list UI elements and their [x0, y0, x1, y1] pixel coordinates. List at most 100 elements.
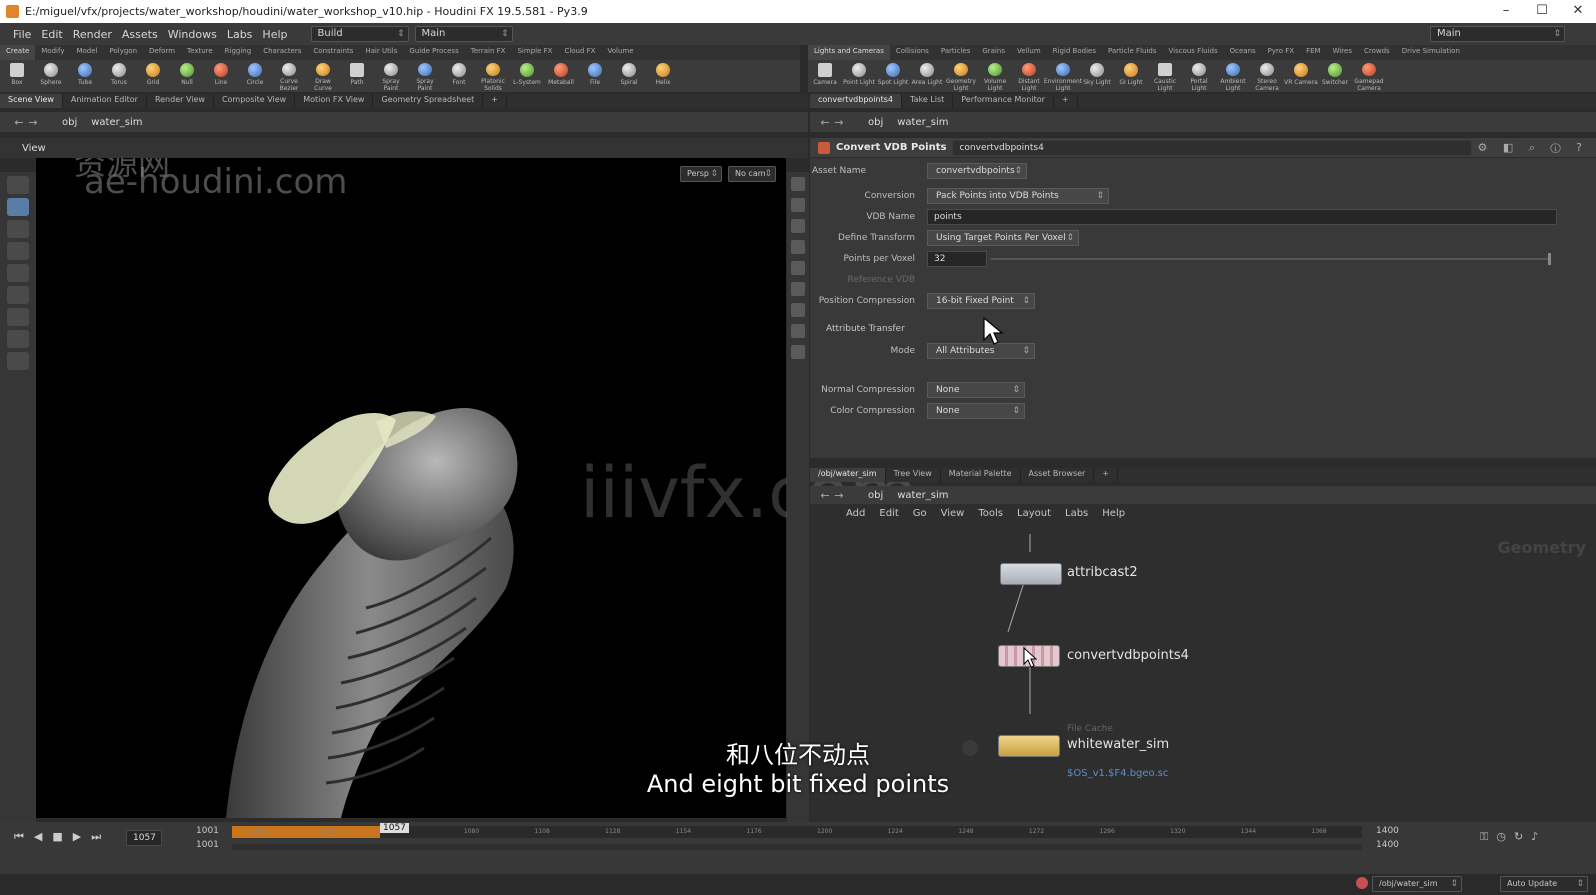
- key-icon[interactable]: ⚿: [1480, 830, 1488, 844]
- tab-scene-view[interactable]: Scene View: [0, 94, 63, 108]
- update-mode-menu[interactable]: Auto Update: [1500, 876, 1588, 892]
- left-shelf-tool-3[interactable]: Torus: [102, 60, 136, 92]
- left-tab-4[interactable]: Deform: [143, 45, 181, 60]
- menu-windows[interactable]: Windows: [163, 28, 222, 41]
- path-water-sim[interactable]: water_sim: [87, 117, 152, 128]
- shading-icon[interactable]: [791, 261, 805, 275]
- normal-display-icon[interactable]: [791, 324, 805, 338]
- node-whitewater-path[interactable]: $OS_v1.$F4.bgeo.sc: [1067, 768, 1168, 779]
- magnet-tool-icon[interactable]: [7, 308, 29, 326]
- path-obj[interactable]: obj: [58, 117, 87, 128]
- right-tab-11[interactable]: Wires: [1327, 45, 1358, 60]
- left-tab-11[interactable]: Terrain FX: [465, 45, 512, 60]
- current-frame-field[interactable]: 1057: [126, 830, 162, 846]
- right-shelf-tool-5[interactable]: Volume Light: [978, 60, 1012, 92]
- right-shelf-tool-6[interactable]: Distant Light: [1012, 60, 1046, 92]
- camera-tool-icon[interactable]: [7, 352, 29, 370]
- vdb-name-field[interactable]: points: [927, 209, 1557, 225]
- paint-tool-icon[interactable]: [7, 242, 29, 260]
- right-tab-9[interactable]: Pyro FX: [1262, 45, 1300, 60]
- right-shelf-tool-8[interactable]: Sky Light: [1080, 60, 1114, 92]
- back-arrow-icon[interactable]: ←: [12, 116, 26, 129]
- loop-icon[interactable]: ↻: [1514, 830, 1523, 844]
- attribute-transfer-heading[interactable]: Attribute Transfer: [826, 324, 905, 334]
- left-shelf-tool-18[interactable]: Spiral: [612, 60, 646, 92]
- left-tab-6[interactable]: Rigging: [219, 45, 258, 60]
- handle-tool-icon[interactable]: [7, 198, 29, 216]
- mode-dropdown[interactable]: All Attributes: [927, 343, 1035, 359]
- maximize-button[interactable]: ☐: [1524, 0, 1560, 23]
- right-shelf-tool-1[interactable]: Point Light: [842, 60, 876, 92]
- left-shelf-tool-14[interactable]: Platonic Solids: [476, 60, 510, 92]
- left-tab-9[interactable]: Hair Utils: [359, 45, 403, 60]
- right-shelf-tool-9[interactable]: GI Light: [1114, 60, 1148, 92]
- tab-take-list[interactable]: Take List: [902, 94, 954, 108]
- left-tab-8[interactable]: Constraints: [307, 45, 359, 60]
- right-shelf-tool-0[interactable]: Camera: [808, 60, 842, 92]
- right-shelf-tool-16[interactable]: Gamepad Camera: [1352, 60, 1386, 92]
- menu-labs[interactable]: Labs: [222, 28, 258, 41]
- right-tab-2[interactable]: Particles: [935, 45, 977, 60]
- back-arrow-icon[interactable]: ←: [818, 489, 832, 502]
- left-shelf-tool-10[interactable]: Path: [340, 60, 374, 92]
- left-shelf-tool-13[interactable]: Font: [442, 60, 476, 92]
- right-shelf-tool-4[interactable]: Geometry Light: [944, 60, 978, 92]
- audio-icon[interactable]: ♪: [1531, 830, 1538, 844]
- define-transform-dropdown[interactable]: Using Target Points Per Voxel: [927, 230, 1079, 246]
- playhead[interactable]: 1057: [380, 823, 409, 833]
- left-tab-2[interactable]: Model: [70, 45, 103, 60]
- jump-start-icon[interactable]: ⏮: [14, 830, 24, 844]
- timeline-track[interactable]: 1001102010401080110811281154117612001224…: [232, 823, 1362, 838]
- right-tab-12[interactable]: Crowds: [1358, 45, 1396, 60]
- forward-arrow-icon[interactable]: →: [26, 116, 40, 129]
- build-selector[interactable]: Build: [310, 26, 409, 42]
- pose-tool-icon[interactable]: [7, 264, 29, 282]
- tab-network-path[interactable]: /obj/water_sim: [810, 468, 886, 482]
- menu-help[interactable]: Help: [257, 28, 292, 41]
- view-menu[interactable]: View: [22, 143, 46, 154]
- start-frame[interactable]: 1001: [196, 826, 219, 836]
- timeline-range-bar[interactable]: [232, 844, 1362, 850]
- left-shelf-tool-8[interactable]: Curve Bezier: [272, 60, 306, 92]
- left-tab-12[interactable]: Simple FX: [511, 45, 558, 60]
- start-frame-2[interactable]: 1001: [196, 840, 219, 850]
- light-icon[interactable]: [791, 219, 805, 233]
- tab-tree-view[interactable]: Tree View: [886, 468, 941, 482]
- points-per-voxel-field[interactable]: 32: [927, 251, 987, 267]
- node-attribcast2[interactable]: [1000, 563, 1062, 585]
- left-shelf-tool-5[interactable]: Null: [170, 60, 204, 92]
- grid-tool-icon[interactable]: [7, 330, 29, 348]
- right-tab-5[interactable]: Rigid Bodies: [1047, 45, 1102, 60]
- node-name-field[interactable]: convertvdbpoints4: [952, 139, 1473, 156]
- right-shelf-tool-12[interactable]: Ambient Light: [1216, 60, 1250, 92]
- lock-icon[interactable]: [791, 198, 805, 212]
- right-tab-8[interactable]: Oceans: [1224, 45, 1262, 60]
- left-shelf-tool-7[interactable]: Circle: [238, 60, 272, 92]
- stop-icon[interactable]: ■: [52, 830, 62, 844]
- menu-file[interactable]: File: [8, 28, 36, 41]
- left-shelf-tool-16[interactable]: Metaball: [544, 60, 578, 92]
- path-water-sim[interactable]: water_sim: [893, 490, 958, 501]
- menu-render[interactable]: Render: [68, 28, 117, 41]
- right-tab-1[interactable]: Collisions: [890, 45, 935, 60]
- desktop-selector[interactable]: Main: [414, 26, 513, 42]
- left-tab-3[interactable]: Polygon: [104, 45, 144, 60]
- tab-param-node[interactable]: convertvdbpoints4: [810, 94, 902, 108]
- param-header-icons[interactable]: ⚙ ◧ ⌕ ⓘ ?: [1477, 141, 1588, 155]
- left-tab-0[interactable]: Create: [0, 45, 36, 60]
- left-shelf-tool-2[interactable]: Tube: [68, 60, 102, 92]
- tab-asset-browser[interactable]: Asset Browser: [1021, 468, 1095, 482]
- right-tab-3[interactable]: Grains: [976, 45, 1011, 60]
- tab-animation-editor[interactable]: Animation Editor: [63, 94, 147, 108]
- path-obj[interactable]: obj: [864, 117, 893, 128]
- right-shelf-tool-3[interactable]: Area Light: [910, 60, 944, 92]
- menu-assets[interactable]: Assets: [117, 28, 163, 41]
- background-icon[interactable]: [791, 345, 805, 359]
- right-tab-4[interactable]: Vellum: [1011, 45, 1047, 60]
- left-shelf-tool-12[interactable]: Spray Paint: [408, 60, 442, 92]
- right-shelf-tool-2[interactable]: Spot Light: [876, 60, 910, 92]
- back-arrow-icon[interactable]: ←: [818, 116, 832, 129]
- ghost-icon[interactable]: [791, 240, 805, 254]
- tab-composite-view[interactable]: Composite View: [214, 94, 296, 108]
- end-frame-2[interactable]: 1400: [1376, 840, 1399, 850]
